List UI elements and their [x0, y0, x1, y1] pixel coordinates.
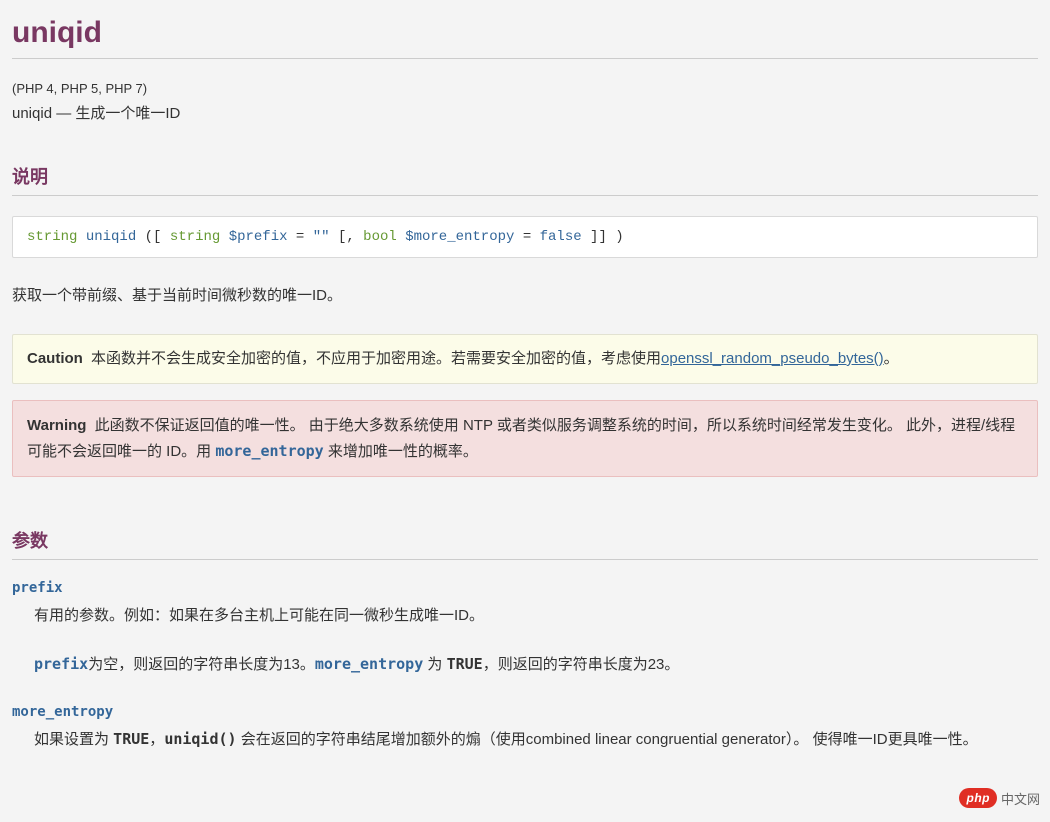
param2-eq: = [523, 229, 540, 245]
function-summary: uniqid — 生成一个唯一ID [12, 102, 1038, 123]
watermark: php 中文网 [959, 788, 1040, 808]
param1-eq: = [296, 229, 313, 245]
desc2-mid2: 为 [423, 656, 446, 673]
param2-type: bool [363, 229, 397, 245]
method-name: uniqid [86, 229, 136, 245]
desc2-mid1: 为空，则返回的字符串长度为13。 [88, 656, 315, 673]
desc2-code1: prefix [34, 655, 88, 673]
page-title: uniqid [12, 16, 1038, 59]
caution-text-before: 本函数并不会生成安全加密的值，不应用于加密用途。若需要安全加密的值，考虑使用 [91, 350, 661, 367]
me-post: 会在返回的字符串结尾增加额外的煽（使用combined linear congr… [237, 731, 978, 748]
me-strong2: uniqid() [164, 730, 236, 748]
section-description-heading: 说明 [12, 163, 1038, 196]
synopsis-sep: [, [338, 229, 363, 245]
watermark-badge: php [959, 788, 997, 808]
me-strong1: TRUE [113, 730, 149, 748]
synopsis-close: ]] ) [590, 229, 624, 245]
warning-text-before: 此函数不保证返回值的唯一性。 由于绝大多数系统使用 NTP 或者类似服务调整系统… [27, 417, 1015, 460]
version-info: (PHP 4, PHP 5, PHP 7) [12, 81, 1038, 96]
synopsis-open: ([ [145, 229, 170, 245]
param-prefix: prefix 有用的参数。例如：如果在多台主机上可能在同一微秒生成唯一ID。 p… [12, 580, 1038, 678]
warning-text-after: 来增加唯一性的概率。 [324, 443, 478, 460]
param2-default: false [540, 229, 582, 245]
param-more-entropy-name: more_entropy [12, 704, 1038, 720]
param1-type: string [170, 229, 220, 245]
description-text: 获取一个带前缀、基于当前时间微秒数的唯一ID。 [12, 284, 1038, 308]
section-params-heading: 参数 [12, 527, 1038, 560]
warning-box: Warning 此函数不保证返回值的唯一性。 由于绝大多数系统使用 NTP 或者… [12, 400, 1038, 477]
param-prefix-desc2: prefix为空，则返回的字符串长度为13。more_entropy 为 TRU… [34, 651, 1038, 678]
caution-box: Caution 本函数并不会生成安全加密的值，不应用于加密用途。若需要安全加密的… [12, 334, 1038, 384]
param1-default: "" [313, 229, 330, 245]
param-prefix-desc1: 有用的参数。例如：如果在多台主机上可能在同一微秒生成唯一ID。 [34, 602, 1038, 629]
me-mid1: ， [149, 731, 164, 748]
me-pre: 如果设置为 [34, 731, 113, 748]
param-prefix-name: prefix [12, 580, 1038, 596]
return-type: string [27, 229, 77, 245]
param-more-entropy-desc: 如果设置为 TRUE，uniqid() 会在返回的字符串结尾增加额外的煽（使用c… [34, 726, 1038, 753]
warning-code-param: more_entropy [215, 442, 323, 460]
desc2-end: ，则返回的字符串长度为23。 [483, 656, 680, 673]
caution-label: Caution [27, 350, 83, 367]
param-more-entropy: more_entropy 如果设置为 TRUE，uniqid() 会在返回的字符… [12, 704, 1038, 753]
watermark-text: 中文网 [1001, 789, 1040, 808]
warning-label: Warning [27, 417, 86, 434]
function-synopsis: string uniqid ([ string $prefix = "" [, … [12, 216, 1038, 258]
desc2-code2: more_entropy [315, 655, 423, 673]
param2-name: $more_entropy [405, 229, 514, 245]
param1-name: $prefix [229, 229, 288, 245]
desc2-strong: TRUE [447, 655, 483, 673]
caution-link[interactable]: openssl_random_pseudo_bytes() [661, 350, 884, 367]
caution-text-after: 。 [884, 350, 899, 367]
